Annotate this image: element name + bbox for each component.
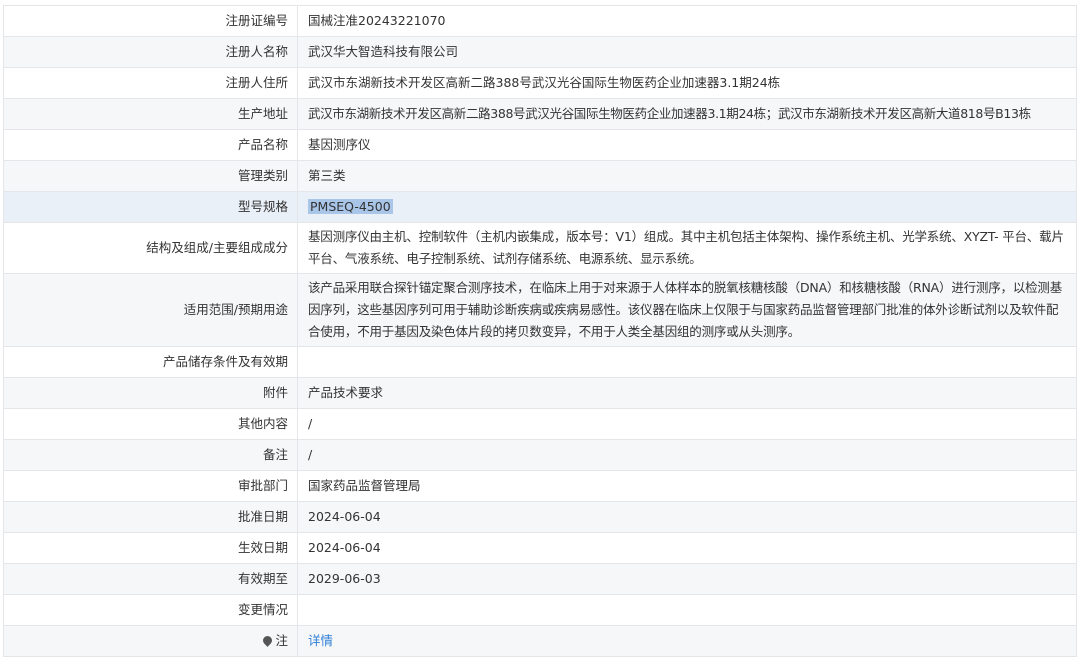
row-registrant-name: 注册人名称 武汉华大智造科技有限公司 xyxy=(3,36,1077,68)
value-registrant-address: 武汉市东湖新技术开发区高新二路388号武汉光谷国际生物医药企业加速器3.1期24… xyxy=(297,67,1077,99)
label-product-name: 产品名称 xyxy=(3,129,298,161)
label-model-spec: 型号规格 xyxy=(3,191,298,223)
label-approval-date: 批准日期 xyxy=(3,501,298,533)
value-valid-until: 2029-06-03 xyxy=(297,563,1077,595)
row-approval-date: 批准日期 2024-06-04 xyxy=(3,501,1077,533)
registration-detail-table: 注册证编号 国械注准20243221070 注册人名称 武汉华大智造科技有限公司… xyxy=(3,5,1077,657)
value-management-category: 第三类 xyxy=(297,160,1077,192)
label-storage-conditions: 产品储存条件及有效期 xyxy=(3,346,298,378)
value-approval-department: 国家药品监督管理局 xyxy=(297,470,1077,502)
value-structure-composition: 基因测序仪由主机、控制软件（主机内嵌集成，版本号：V1）组成。其中主机包括主体架… xyxy=(297,222,1077,274)
row-valid-until: 有效期至 2029-06-03 xyxy=(3,563,1077,595)
label-registrant-address: 注册人住所 xyxy=(3,67,298,99)
row-management-category: 管理类别 第三类 xyxy=(3,160,1077,192)
label-valid-until: 有效期至 xyxy=(3,563,298,595)
label-other-content: 其他内容 xyxy=(3,408,298,440)
row-structure-composition: 结构及组成/主要组成成分 基因测序仪由主机、控制软件（主机内嵌集成，版本号：V1… xyxy=(3,222,1077,274)
label-management-category: 管理类别 xyxy=(3,160,298,192)
value-approval-date: 2024-06-04 xyxy=(297,501,1077,533)
label-intended-use: 适用范围/预期用途 xyxy=(3,273,298,347)
value-attachment: 产品技术要求 xyxy=(297,377,1077,409)
label-note: 注 xyxy=(275,633,288,648)
row-note: 注 详情 xyxy=(3,625,1077,657)
details-link[interactable]: 详情 xyxy=(308,633,333,648)
label-note-cell: 注 xyxy=(3,625,298,657)
row-production-address: 生产地址 武汉市东湖新技术开发区高新二路388号武汉光谷国际生物医药企业加速器3… xyxy=(3,98,1077,130)
value-product-name: 基因测序仪 xyxy=(297,129,1077,161)
row-change-history: 变更情况 xyxy=(3,594,1077,626)
value-registration-number: 国械注准20243221070 xyxy=(297,5,1077,37)
value-model-spec[interactable]: PMSEQ-4500 xyxy=(308,199,393,214)
value-change-history xyxy=(297,594,1077,626)
value-other-content: / xyxy=(297,408,1077,440)
label-attachment: 附件 xyxy=(3,377,298,409)
value-model-spec-cell: PMSEQ-4500 xyxy=(297,191,1077,223)
value-remarks: / xyxy=(297,439,1077,471)
value-note-cell: 详情 xyxy=(297,625,1077,657)
row-model-spec: 型号规格 PMSEQ-4500 xyxy=(3,191,1077,223)
row-effective-date: 生效日期 2024-06-04 xyxy=(3,532,1077,564)
row-registration-number: 注册证编号 国械注准20243221070 xyxy=(3,5,1077,37)
value-intended-use: 该产品采用联合探针锚定聚合测序技术，在临床上用于对来源于人体样本的脱氧核糖核酸（… xyxy=(297,273,1077,347)
row-approval-department: 审批部门 国家药品监督管理局 xyxy=(3,470,1077,502)
map-pin-icon xyxy=(261,634,275,647)
value-effective-date: 2024-06-04 xyxy=(297,532,1077,564)
row-product-name: 产品名称 基因测序仪 xyxy=(3,129,1077,161)
value-registrant-name: 武汉华大智造科技有限公司 xyxy=(297,36,1077,68)
label-registration-number: 注册证编号 xyxy=(3,5,298,37)
label-change-history: 变更情况 xyxy=(3,594,298,626)
label-approval-department: 审批部门 xyxy=(3,470,298,502)
label-effective-date: 生效日期 xyxy=(3,532,298,564)
row-attachment: 附件 产品技术要求 xyxy=(3,377,1077,409)
row-storage-conditions: 产品储存条件及有效期 xyxy=(3,346,1077,378)
row-registrant-address: 注册人住所 武汉市东湖新技术开发区高新二路388号武汉光谷国际生物医药企业加速器… xyxy=(3,67,1077,99)
label-registrant-name: 注册人名称 xyxy=(3,36,298,68)
value-storage-conditions xyxy=(297,346,1077,378)
row-remarks: 备注 / xyxy=(3,439,1077,471)
label-structure-composition: 结构及组成/主要组成成分 xyxy=(3,222,298,274)
label-remarks: 备注 xyxy=(3,439,298,471)
label-production-address: 生产地址 xyxy=(3,98,298,130)
row-other-content: 其他内容 / xyxy=(3,408,1077,440)
value-production-address: 武汉市东湖新技术开发区高新二路388号武汉光谷国际生物医药企业加速器3.1期24… xyxy=(297,98,1077,130)
row-intended-use: 适用范围/预期用途 该产品采用联合探针锚定聚合测序技术，在临床上用于对来源于人体… xyxy=(3,273,1077,347)
registration-detail-table-wrapper: 注册证编号 国械注准20243221070 注册人名称 武汉华大智造科技有限公司… xyxy=(3,5,1077,657)
